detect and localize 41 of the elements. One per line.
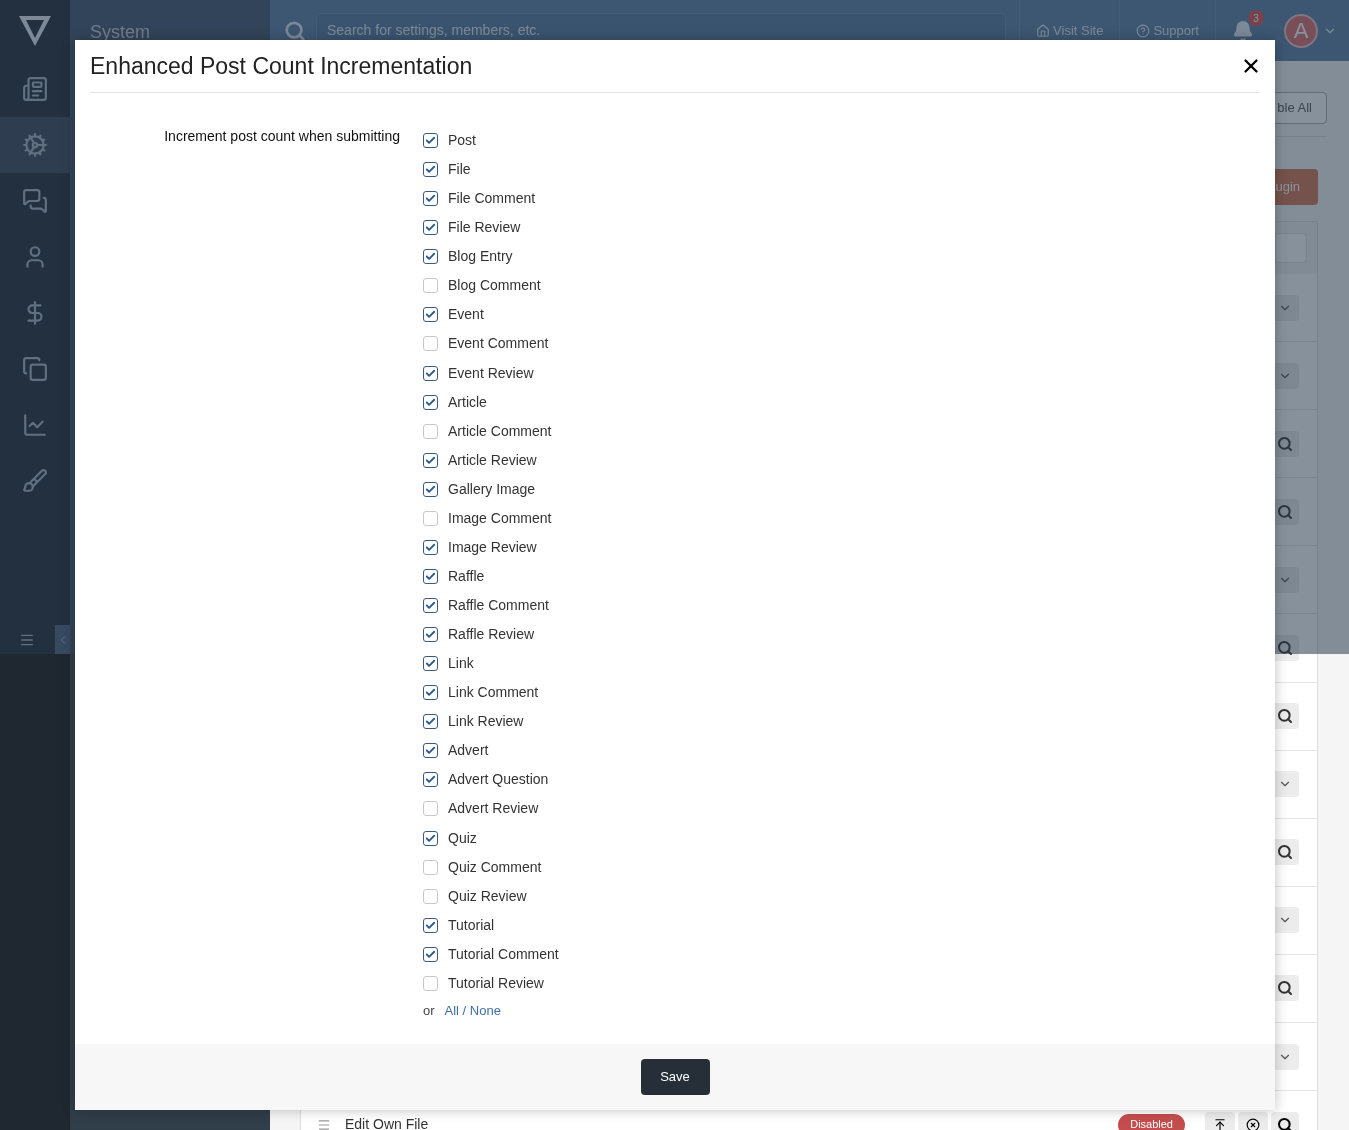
checkbox-label: Blog Comment xyxy=(448,276,541,296)
checkbox-label: Article Comment xyxy=(448,421,552,441)
checkbox-label: File Comment xyxy=(448,189,536,209)
all-none-link[interactable]: All / None xyxy=(444,1000,501,1021)
checkbox-label: Post xyxy=(448,131,476,151)
notification-badge: 3 xyxy=(1248,10,1264,26)
checkbox-label: Link Review xyxy=(448,712,524,732)
checkbox-label: Raffle Review xyxy=(448,625,535,645)
checkbox-label: Event xyxy=(448,305,484,325)
checkbox-label: Link Comment xyxy=(448,683,539,703)
row-title: Edit Own File xyxy=(345,1115,429,1130)
checkbox-label: File Review xyxy=(448,218,521,238)
checkbox-label: Blog Entry xyxy=(448,247,513,267)
checkbox-label: Image Review xyxy=(448,537,537,557)
checkbox-label: Advert Review xyxy=(448,799,539,819)
status-badge: Disabled xyxy=(1118,1113,1185,1130)
search-input[interactable]: Search for settings, members, etc. xyxy=(327,20,995,41)
checkbox-label: File xyxy=(448,160,471,180)
checkbox-label: Image Comment xyxy=(448,508,552,528)
checkbox-label: Raffle Comment xyxy=(448,596,549,616)
avatar[interactable]: A xyxy=(1284,13,1318,48)
dialog-title: Enhanced Post Count Incrementation xyxy=(90,51,473,81)
select-prefix: or xyxy=(423,1001,435,1020)
checkbox-label: Article Review xyxy=(448,450,537,470)
checkbox-label: Quiz xyxy=(448,828,477,848)
checkbox-label: Event Comment xyxy=(448,334,549,354)
save-button[interactable]: Save xyxy=(640,1059,710,1095)
checkbox-label: Tutorial xyxy=(448,915,495,935)
checkbox-label: Event Review xyxy=(448,363,534,383)
checkbox-label: Link xyxy=(448,654,474,674)
checkbox-label: Tutorial Comment xyxy=(448,944,559,964)
field-label: Increment post count when submitting xyxy=(164,127,400,146)
checkbox-label: Advert Question xyxy=(448,770,549,790)
checkbox-label: Tutorial Review xyxy=(448,973,544,993)
checkbox-label: Raffle xyxy=(448,566,485,586)
checkbox-label: Quiz Comment xyxy=(448,857,542,877)
checkbox-label: Article xyxy=(448,392,487,412)
checkbox-label: Gallery Image xyxy=(448,479,536,499)
checkbox-label: Advert xyxy=(448,741,489,761)
section-title: System xyxy=(90,21,151,44)
checkbox-label: Quiz Review xyxy=(448,886,527,906)
